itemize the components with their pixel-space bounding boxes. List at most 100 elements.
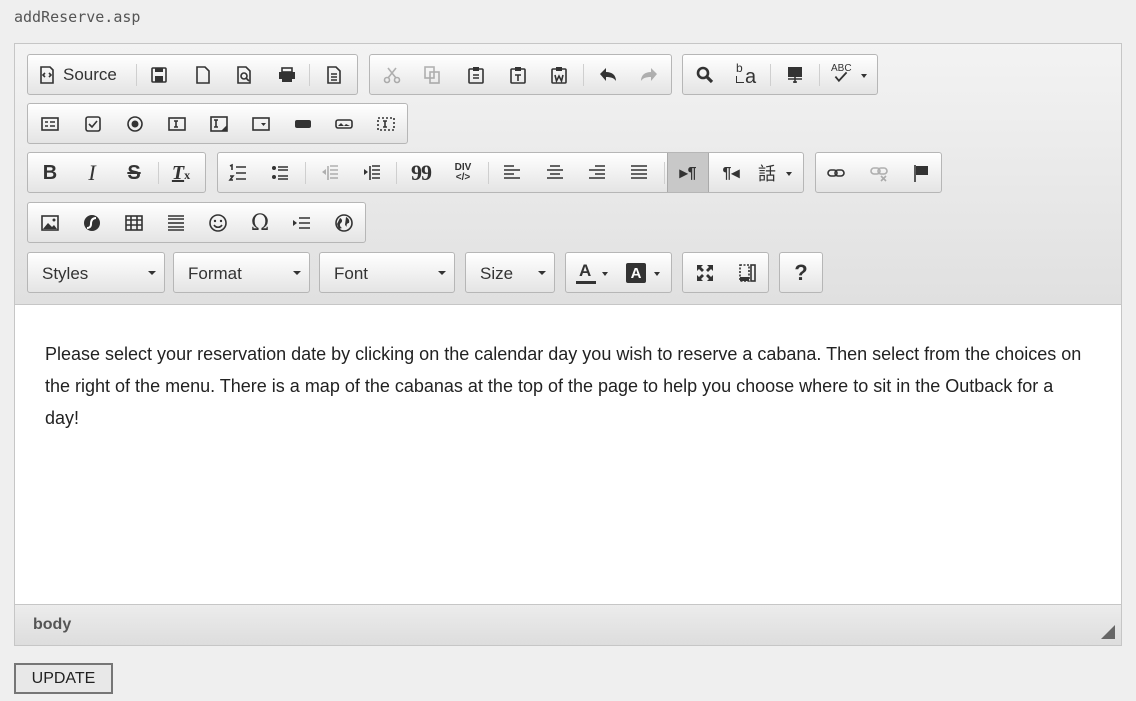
- select-button[interactable]: [248, 111, 274, 137]
- resize-handle-icon[interactable]: [1101, 625, 1115, 639]
- bulleted-list-button[interactable]: [267, 160, 293, 186]
- save-icon: [151, 67, 167, 83]
- bold-button[interactable]: B: [37, 160, 63, 186]
- maximize-icon: [697, 265, 713, 281]
- editor-paragraph[interactable]: Please select your reservation date by c…: [45, 338, 1091, 434]
- italic-button[interactable]: I: [79, 160, 105, 186]
- print-icon: [279, 67, 295, 82]
- redo-icon: [641, 68, 657, 81]
- cut-button[interactable]: [379, 62, 405, 88]
- find-button[interactable]: [692, 62, 718, 88]
- indent-button[interactable]: [359, 160, 385, 186]
- about-toolbar-group: ?: [779, 252, 823, 293]
- spellcheck-tick: [834, 71, 848, 83]
- undo-icon: [600, 68, 616, 81]
- language-button[interactable]: 話: [758, 160, 798, 186]
- select-all-button[interactable]: [782, 62, 808, 88]
- paste-text-icon: [510, 67, 526, 84]
- image-button[interactable]: [37, 210, 63, 236]
- maximize-button[interactable]: [692, 260, 718, 286]
- update-button[interactable]: UPDATE: [14, 663, 113, 694]
- special-char-button[interactable]: Ω: [247, 210, 273, 236]
- text-direction-ltr-button[interactable]: ▸¶: [667, 153, 709, 192]
- remove-format-glyph: T: [171, 161, 185, 184]
- size-label: Size: [480, 264, 514, 283]
- undo-button[interactable]: [595, 62, 621, 88]
- background-color-glyph: A: [630, 264, 642, 282]
- align-right-button[interactable]: [584, 160, 610, 186]
- show-blocks-button[interactable]: [734, 260, 760, 286]
- form-icon: [41, 117, 59, 131]
- source-button[interactable]: Source: [33, 62, 129, 88]
- iframe-button[interactable]: [331, 210, 357, 236]
- radio-button[interactable]: [122, 111, 148, 137]
- radio-icon: [127, 116, 143, 132]
- image-button-button[interactable]: [331, 111, 357, 137]
- numbered-list-button[interactable]: [225, 160, 251, 186]
- checkbox-button[interactable]: [80, 111, 106, 137]
- unlink-button[interactable]: [866, 160, 892, 186]
- source-icon: [40, 66, 54, 84]
- element-path-body[interactable]: body: [33, 616, 71, 634]
- anchor-button[interactable]: [908, 160, 934, 186]
- remove-format-x: x: [184, 167, 191, 182]
- paste-text-button[interactable]: [505, 62, 531, 88]
- redo-button[interactable]: [636, 62, 662, 88]
- replace-button[interactable]: b a: [733, 62, 759, 88]
- insert-toolbar-group: Ω: [27, 202, 366, 243]
- text-field-button[interactable]: [164, 111, 190, 137]
- table-button[interactable]: [121, 210, 147, 236]
- form-button[interactable]: [37, 111, 63, 137]
- new-page-button[interactable]: [190, 62, 216, 88]
- document-toolbar-group: Source: [27, 54, 358, 95]
- editor-statusbar: body: [15, 604, 1121, 645]
- strike-button[interactable]: S: [121, 160, 147, 186]
- align-center-icon: [547, 165, 563, 179]
- page-break-button[interactable]: [289, 210, 315, 236]
- save-button[interactable]: [146, 62, 172, 88]
- styles-dropdown[interactable]: Styles: [27, 252, 165, 293]
- blockquote-button[interactable]: 99: [408, 160, 434, 186]
- copy-button[interactable]: [419, 62, 445, 88]
- textarea-button[interactable]: [206, 111, 232, 137]
- help-button[interactable]: ?: [788, 260, 814, 286]
- page-title: addReserve.asp: [14, 8, 141, 26]
- outdent-button[interactable]: [317, 160, 343, 186]
- background-color-button[interactable]: A: [626, 260, 666, 286]
- flash-button[interactable]: [79, 210, 105, 236]
- paste-word-icon: [551, 67, 567, 84]
- hidden-field-button[interactable]: [373, 111, 399, 137]
- paste-word-button[interactable]: [546, 62, 572, 88]
- paste-button[interactable]: [463, 62, 489, 88]
- text-color-bar: [576, 281, 596, 284]
- button-button[interactable]: [290, 111, 316, 137]
- styles-label: Styles: [42, 264, 89, 283]
- templates-button[interactable]: [321, 62, 347, 88]
- strike-icon: S: [127, 161, 141, 184]
- smiley-button[interactable]: [205, 210, 231, 236]
- editor-content-area[interactable]: Please select your reservation date by c…: [15, 305, 1121, 606]
- print-button[interactable]: [274, 62, 300, 88]
- remove-format-button[interactable]: Tx: [168, 160, 194, 186]
- copy-icon: [424, 66, 440, 84]
- size-dropdown[interactable]: Size: [465, 252, 555, 293]
- format-dropdown[interactable]: Format: [173, 252, 310, 293]
- text-color-button[interactable]: A: [575, 260, 615, 286]
- link-icon: [827, 169, 845, 177]
- remove-format-icon: Tx: [172, 162, 190, 185]
- outdent-icon: [322, 165, 338, 180]
- font-dropdown[interactable]: Font: [319, 252, 455, 293]
- text-direction-rtl-button[interactable]: ¶◂: [718, 160, 744, 186]
- align-center-button[interactable]: [542, 160, 568, 186]
- preview-button[interactable]: [231, 62, 257, 88]
- text-field-icon: [168, 117, 186, 131]
- spellcheck-button[interactable]: ABC: [829, 62, 869, 88]
- align-left-button[interactable]: [499, 160, 525, 186]
- align-right-icon: [589, 165, 605, 179]
- source-label: Source: [63, 65, 117, 84]
- link-button[interactable]: [823, 160, 849, 186]
- font-label: Font: [334, 264, 369, 283]
- horizontal-rule-button[interactable]: [163, 210, 189, 236]
- justify-button[interactable]: [626, 160, 652, 186]
- create-div-button[interactable]: DIV </>: [450, 160, 476, 186]
